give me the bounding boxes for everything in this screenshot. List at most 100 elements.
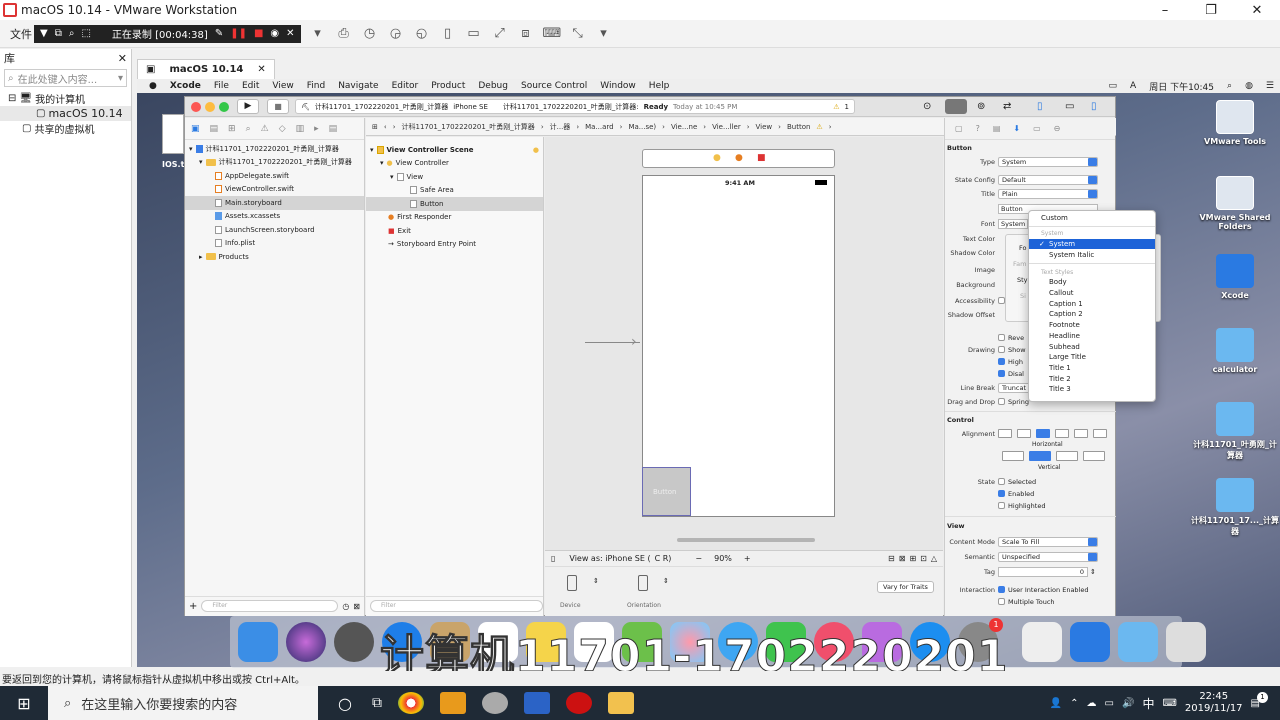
inspector-toggle-icon[interactable]: ▯ (1091, 101, 1097, 112)
siri-icon[interactable]: ◍ (1245, 81, 1253, 91)
apple-icon[interactable]: ● (149, 81, 157, 91)
cortana-icon[interactable]: ○ (338, 694, 352, 713)
taskbar-clock[interactable]: 22:45 2019/11/17 (1185, 691, 1243, 715)
desktop-icon-calculator[interactable]: calculator (1190, 328, 1280, 374)
disabled-adjusts-checkbox[interactable] (998, 370, 1005, 377)
outline-entry[interactable]: → Storyboard Entry Point (366, 238, 543, 252)
font-menu-custom[interactable]: Custom (1029, 213, 1155, 224)
minimize-dot[interactable] (205, 102, 215, 112)
cloud-icon[interactable]: ☁ (1087, 698, 1097, 709)
library-icon[interactable]: ⊙ (923, 101, 931, 112)
type-popup[interactable]: System (998, 156, 1098, 167)
send-keys-icon[interactable]: ⎙ (335, 25, 353, 43)
file-inspector-icon[interactable]: ▢ (955, 124, 963, 133)
tag-stepper[interactable]: ⇕ (1090, 568, 1096, 576)
vm-tab[interactable]: ▣ macOS 10.14 ✕ (137, 59, 275, 79)
single-view-icon[interactable]: ▭ (465, 25, 483, 43)
file-item[interactable]: AppDelegate.swift (185, 169, 364, 183)
revert-snapshot-icon[interactable]: ◶ (387, 25, 405, 43)
outline-filter-input[interactable]: Filter (370, 600, 543, 612)
word-icon[interactable] (523, 692, 550, 714)
debug-nav-icon[interactable]: ▥ (296, 124, 305, 134)
close-tab-icon[interactable]: ✕ (257, 64, 265, 75)
highlighted-adjusts-checkbox[interactable] (998, 358, 1005, 365)
library-search-input[interactable]: ⌕ 在此处键入内容... ▾ (4, 69, 127, 87)
scheme-name[interactable]: 计科11701_1702220201_叶勇刚_计算器 (315, 102, 448, 112)
app-icon[interactable] (481, 692, 508, 714)
outline-button[interactable]: Button (366, 197, 543, 211)
maximize-button[interactable]: ❐ (1188, 3, 1234, 18)
menu-navigate[interactable]: Navigate (338, 81, 378, 91)
canvas-scrollbar[interactable] (677, 538, 815, 542)
warning-icon[interactable]: ⚠ (833, 103, 839, 111)
menu-file[interactable]: File (214, 81, 229, 91)
siri-icon[interactable] (286, 622, 326, 662)
tray-up-icon[interactable]: ⌃ (1070, 698, 1078, 709)
spring-loaded-checkbox[interactable] (998, 398, 1005, 405)
prev-issue-icon[interactable]: ⚠ (816, 123, 822, 131)
zoom-dot[interactable] (219, 102, 229, 112)
size-inspector-icon[interactable]: ▭ (1033, 124, 1041, 133)
zoom-out-icon[interactable]: − (695, 554, 702, 563)
input-mode-icon[interactable]: ⌨ (1162, 698, 1176, 709)
task-view-icon[interactable]: ⧉ (372, 695, 382, 711)
jump-project[interactable]: 计科11701_1702220201_叶勇刚_计算器 (402, 122, 535, 132)
stop-icon[interactable]: ■ (254, 28, 263, 39)
breakpoint-nav-icon[interactable]: ▸ (314, 124, 319, 134)
close-dot[interactable] (191, 102, 201, 112)
close-window-button[interactable]: ✕ (1234, 3, 1280, 18)
vertical-alignment-control[interactable] (1002, 451, 1108, 461)
desktop-icon-xcode[interactable]: Xcode (1190, 254, 1280, 300)
back-icon[interactable]: ‹ (384, 123, 387, 131)
highlighted-checkbox[interactable] (998, 502, 1005, 509)
identity-inspector-icon[interactable]: ▤ (993, 124, 1001, 133)
group-folder[interactable]: ▾ 计科11701_1702220201_叶勇刚_计算器 (185, 156, 364, 170)
menu-app[interactable]: Xcode (170, 81, 201, 91)
selected-checkbox[interactable] (998, 478, 1005, 485)
zoom-icon[interactable]: ⌕ (69, 28, 75, 39)
ime-icon[interactable]: A (1130, 81, 1136, 91)
find-nav-icon[interactable]: ⌕ (246, 124, 251, 134)
storyboard-canvas[interactable]: ● ● ■ › 9:41 AM Button (545, 137, 943, 552)
vc-dock-icon[interactable]: ● (713, 153, 721, 163)
file-item-selected[interactable]: Main.storyboard (185, 196, 364, 210)
launchpad-icon[interactable] (334, 622, 374, 662)
pause-icon[interactable]: ❚❚ (230, 28, 247, 39)
title-popup[interactable]: Plain (998, 188, 1098, 199)
exit-dock-icon[interactable]: ■ (757, 153, 766, 163)
network-icon[interactable]: ▭ (1105, 698, 1114, 709)
orientation-icon[interactable] (638, 575, 648, 591)
menu-source-control[interactable]: Source Control (521, 81, 587, 91)
font-menu-style[interactable]: Title 2 (1029, 373, 1155, 384)
menu-editor[interactable]: Editor (392, 81, 419, 91)
outline-view[interactable]: ▾ View (366, 170, 543, 184)
products-folder[interactable]: ▸ Products (185, 250, 364, 264)
run-button[interactable]: ▶ (237, 99, 259, 114)
debug-toggle-icon[interactable]: ▭ (1065, 101, 1074, 112)
test-nav-icon[interactable]: ◇ (279, 124, 286, 134)
library-view-icon[interactable]: ▯ (439, 25, 457, 43)
spotlight-icon[interactable]: ⌕ (1227, 81, 1232, 91)
attributes-inspector-icon[interactable]: ⬇ (1013, 124, 1020, 133)
trash-icon[interactable] (1166, 622, 1206, 662)
add-file-icon[interactable]: + (189, 601, 197, 612)
font-menu-style[interactable]: Caption 2 (1029, 309, 1155, 320)
desktop-icon-project-folder[interactable]: 计科11701_叶勇刚_计算器 (1190, 402, 1280, 461)
orientation-stepper[interactable]: ⇕ (663, 577, 669, 585)
iphone-view[interactable]: 9:41 AM (642, 175, 835, 517)
unity-icon[interactable]: ⧈ (517, 25, 535, 43)
camera-icon[interactable]: ◉ (270, 28, 279, 39)
pin-icon[interactable]: ⊡ (920, 554, 927, 563)
symbol-nav-icon[interactable]: ⊞ (228, 124, 236, 134)
menu-edit[interactable]: Edit (242, 81, 259, 91)
tree-shared[interactable]: ▢ 共享的虚拟机 (0, 121, 131, 136)
recent-filter-icon[interactable]: ◷ (342, 602, 349, 611)
recorder-icon[interactable] (565, 692, 592, 714)
project-nav-icon[interactable]: ▣ (191, 124, 200, 134)
vary-for-traits-button[interactable]: Vary for Traits (877, 581, 934, 593)
vmware-taskbar-icon[interactable] (439, 692, 466, 714)
file-menu[interactable]: 文件 (10, 26, 32, 42)
mac-clock[interactable]: 周日 下午10:45 (1149, 80, 1214, 93)
desktop-icon-project-folder-2[interactable]: 计科11701_17..._计算器 (1190, 478, 1280, 537)
semantic-popup[interactable]: Unspecified (998, 551, 1098, 562)
